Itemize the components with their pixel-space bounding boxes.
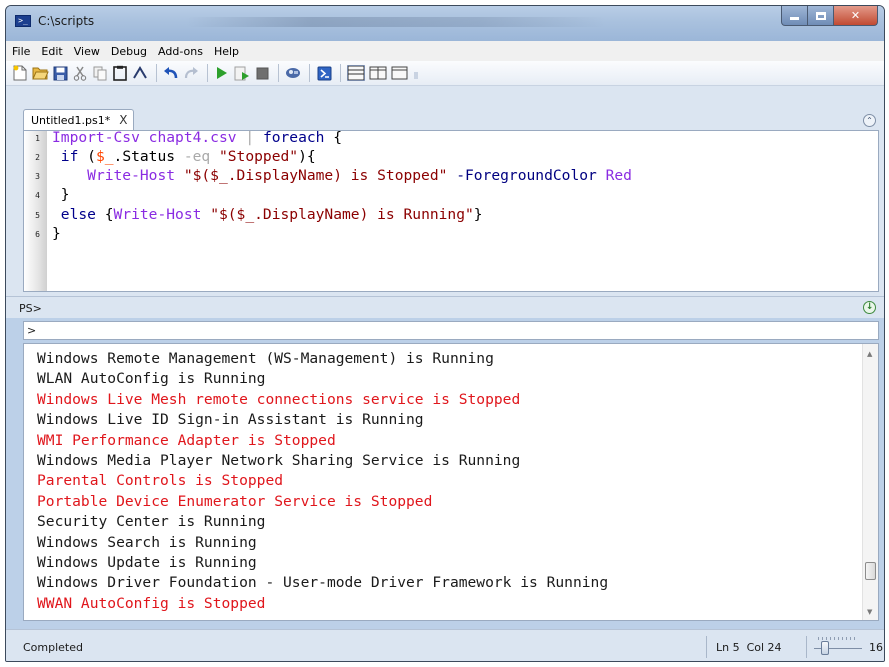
close-icon: ✕ xyxy=(850,9,861,22)
line-number: 2 xyxy=(35,153,40,162)
output-line: Windows Update is Running xyxy=(37,553,257,571)
line-number: 4 xyxy=(35,191,40,200)
tab-label: Untitled1.ps1* xyxy=(31,113,111,127)
output-line: Windows Driver Foundation - User-mode Dr… xyxy=(37,574,609,592)
output-line: WMI Performance Adapter is Stopped xyxy=(37,431,336,449)
layout-right-icon[interactable] xyxy=(368,64,388,82)
code-line-3[interactable]: Write-Host "$($_.DisplayName) is Stopped… xyxy=(52,167,632,184)
status-separator xyxy=(806,636,807,658)
maximize-button[interactable] xyxy=(808,6,834,26)
line-number: 6 xyxy=(35,230,40,239)
new-remote-tab-icon[interactable] xyxy=(284,64,302,82)
output-line: Security Center is Running xyxy=(37,513,266,531)
output-line: WWAN AutoConfig is Stopped xyxy=(37,594,266,612)
script-editor-area: Untitled1.ps1* X ⌃ 1 2 3 4 5 6 Import-Cs… xyxy=(6,86,884,296)
code-line-4[interactable]: } xyxy=(52,186,70,203)
output-line: Windows Live ID Sign-in Assistant is Run… xyxy=(37,411,424,429)
menu-debug[interactable]: Debug xyxy=(111,45,147,58)
cursor-position: Ln 5 Col 24 xyxy=(716,641,782,654)
code-line-2[interactable]: if ($_.Status -eq "Stopped"){ xyxy=(52,148,316,165)
minimize-icon xyxy=(790,17,799,20)
paste-icon[interactable] xyxy=(111,64,129,82)
save-icon[interactable] xyxy=(51,64,69,82)
toolbar xyxy=(6,61,884,86)
copy-icon[interactable] xyxy=(91,64,109,82)
menu-edit[interactable]: Edit xyxy=(41,45,62,58)
status-text: Completed xyxy=(23,641,83,654)
menu-view[interactable]: View xyxy=(74,45,100,58)
redo-icon[interactable] xyxy=(182,64,200,82)
zoom-slider-thumb[interactable] xyxy=(821,641,829,655)
toolbar-overflow-icon[interactable] xyxy=(412,64,420,82)
window-title: C:\scripts xyxy=(38,14,95,28)
zoom-ticks xyxy=(818,637,858,640)
new-icon[interactable] xyxy=(11,64,29,82)
output-line: WLAN AutoConfig is Running xyxy=(37,370,266,388)
toolbar-separator xyxy=(340,64,341,82)
script-pane[interactable]: 1 2 3 4 5 6 Import-Csv chapt4.csv | fore… xyxy=(23,129,879,292)
menu-addons[interactable]: Add-ons xyxy=(158,45,203,58)
title-bar[interactable]: >_ C:\scripts ✕ xyxy=(6,6,884,41)
scroll-down-icon[interactable]: ▼ xyxy=(867,608,872,616)
powershell-icon[interactable] xyxy=(315,64,333,82)
status-separator xyxy=(706,636,707,658)
scrollbar-thumb[interactable] xyxy=(865,562,876,580)
zoom-value: 16 xyxy=(869,641,883,654)
line-number: 1 xyxy=(35,134,40,143)
undo-icon[interactable] xyxy=(162,64,180,82)
command-input[interactable]: > xyxy=(23,321,879,340)
powershell-ise-icon: >_ xyxy=(15,15,31,27)
open-icon[interactable] xyxy=(31,64,49,82)
close-button[interactable]: ✕ xyxy=(834,6,878,26)
tab-untitled1[interactable]: Untitled1.ps1* X xyxy=(23,109,134,130)
code-line-1[interactable]: Import-Csv chapt4.csv | foreach { xyxy=(52,129,342,146)
clear-icon[interactable] xyxy=(131,64,149,82)
cut-icon[interactable] xyxy=(71,64,89,82)
output-line: Windows Live Mesh remote connections ser… xyxy=(37,390,521,408)
menu-help[interactable]: Help xyxy=(214,45,239,58)
line-number: 5 xyxy=(35,211,40,220)
minimize-button[interactable] xyxy=(781,6,808,26)
toolbar-separator xyxy=(207,64,208,82)
output-line: Portable Device Enumerator Service is St… xyxy=(37,492,433,510)
scroll-up-icon[interactable]: ▲ xyxy=(867,350,872,358)
expand-console-icon[interactable]: ↓ xyxy=(863,301,876,314)
toolbar-separator xyxy=(156,64,157,82)
window-controls: ✕ xyxy=(781,6,878,28)
ise-window: >_ C:\scripts ✕ File Edit View Debug Add… xyxy=(5,5,885,662)
output-line: Windows Remote Management (WS-Management… xyxy=(37,350,494,367)
status-bar: Completed Ln 5 Col 24 16 xyxy=(6,629,884,661)
collapse-script-pane-icon[interactable]: ⌃ xyxy=(863,114,876,127)
title-blur xyxy=(186,17,606,27)
output-line: Windows Media Player Network Sharing Ser… xyxy=(37,451,521,469)
output-pane[interactable]: Windows Remote Management (WS-Management… xyxy=(23,343,879,621)
run-icon[interactable] xyxy=(213,64,231,82)
toolbar-separator xyxy=(278,64,279,82)
menu-bar: File Edit View Debug Add-ons Help xyxy=(6,41,884,61)
output-lines: Windows Remote Management (WS-Management… xyxy=(37,349,857,614)
output-line: Windows Search is Running xyxy=(37,533,257,551)
output-scrollbar[interactable]: ▲ ▼ xyxy=(862,344,878,620)
line-number: 3 xyxy=(35,172,40,181)
tab-close-icon[interactable]: X xyxy=(119,113,127,127)
menu-file[interactable]: File xyxy=(12,45,30,58)
output-line: Parental Controls is Stopped xyxy=(37,472,284,490)
toolbar-separator xyxy=(309,64,310,82)
layout-max-icon[interactable] xyxy=(390,64,410,82)
maximize-icon xyxy=(815,11,826,20)
stop-icon[interactable] xyxy=(253,64,271,82)
code-line-6[interactable]: } xyxy=(52,225,61,242)
console-prompt-label: PS> xyxy=(19,302,42,315)
run-selection-icon[interactable] xyxy=(233,64,251,82)
layout-top-icon[interactable] xyxy=(346,64,366,82)
console-header: PS> ↓ xyxy=(6,296,884,318)
code-line-5[interactable]: else {Write-Host "$($_.DisplayName) is R… xyxy=(52,206,483,223)
